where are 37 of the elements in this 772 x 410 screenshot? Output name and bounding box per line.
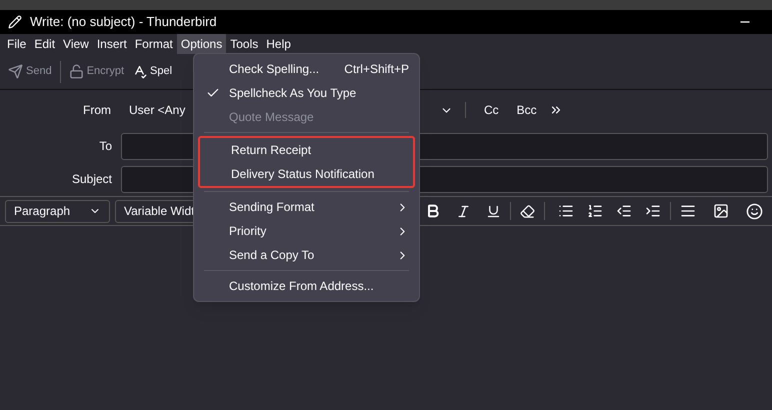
menu-item[interactable]: Help — [262, 34, 295, 54]
menu-item[interactable]: Options — [176, 34, 226, 54]
field-label: To — [98, 138, 113, 155]
menu-option[interactable]: Send a Copy To — [194, 243, 419, 267]
menu-item[interactable]: File — [3, 34, 30, 54]
indent-icon[interactable] — [645, 203, 661, 219]
outdent-icon[interactable] — [616, 203, 632, 219]
align-icon[interactable] — [680, 203, 696, 219]
toolbar-button[interactable]: Spel — [132, 63, 172, 80]
bcc-link[interactable]: Bcc — [504, 101, 549, 119]
underline-icon[interactable] — [486, 204, 501, 218]
emoji-icon[interactable] — [746, 202, 763, 220]
bold-icon[interactable] — [425, 203, 441, 219]
cc-link[interactable]: Cc — [478, 101, 505, 119]
menu-option[interactable]: Customize From Address... — [194, 274, 419, 298]
menu-item[interactable]: Edit — [30, 34, 60, 54]
menu-option[interactable]: Check Spelling... Ctrl+Shift+P — [194, 57, 419, 81]
menu-option[interactable]: Return Receipt — [200, 138, 413, 162]
menu-item[interactable]: Insert — [92, 34, 131, 54]
paragraph-dropdown[interactable]: Paragraph — [5, 200, 110, 222]
image-icon[interactable] — [713, 203, 729, 219]
field-label: From — [82, 102, 112, 119]
send-icon — [8, 64, 23, 79]
menu-item[interactable]: View — [59, 34, 93, 54]
eraser-icon[interactable] — [520, 204, 535, 218]
menu-item[interactable]: Tools — [226, 34, 262, 54]
menu-item[interactable]: Format — [130, 34, 177, 54]
numbered-list-icon[interactable] — [587, 203, 603, 219]
menu-option[interactable]: Delivery Status Notification — [200, 162, 413, 186]
italic-icon[interactable] — [456, 204, 471, 218]
lock-icon — [68, 64, 84, 79]
menu-option[interactable]: Spellcheck As You Type — [194, 81, 419, 105]
field-label: Subject — [70, 171, 113, 188]
window-title: Write: (no subject) - Thunderbird — [30, 13, 217, 32]
bullet-list-icon[interactable] — [558, 203, 574, 219]
pencil-icon — [8, 15, 22, 29]
spelling-icon — [132, 64, 147, 79]
